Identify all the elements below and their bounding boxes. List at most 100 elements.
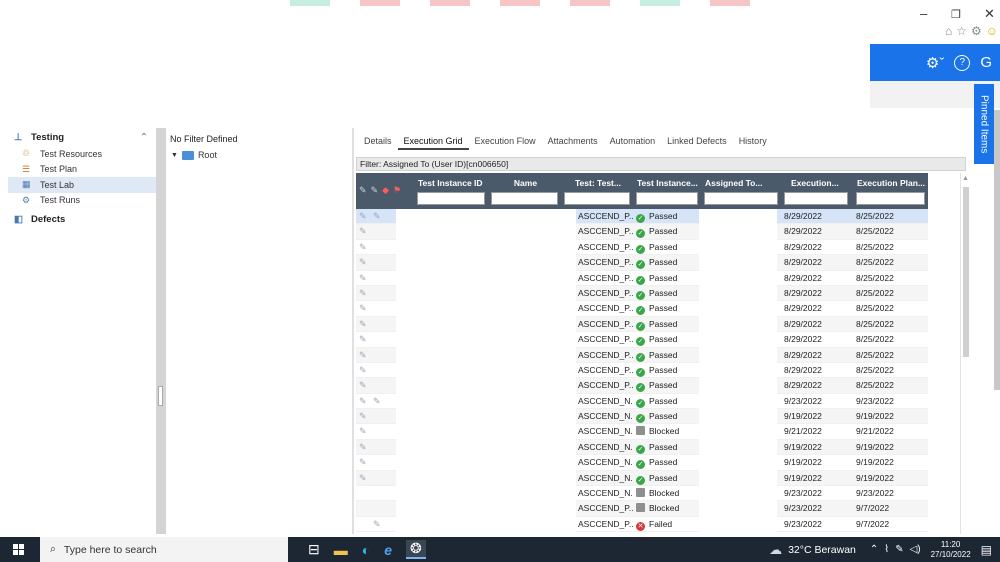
network-icon[interactable]: ⌇ <box>884 544 889 555</box>
attachment-icon[interactable]: ✎ <box>359 271 367 286</box>
column-filter-input[interactable] <box>564 192 630 205</box>
cell-execution-date: 8/29/2022 <box>784 364 822 375</box>
status-label: Passed <box>649 257 678 268</box>
emoji-icon[interactable]: ☺ <box>986 24 998 38</box>
cell-status: ✓ Passed <box>636 317 700 332</box>
task-view-icon[interactable]: ⊟ <box>308 541 320 558</box>
attachment-icon[interactable]: ✎ <box>359 455 367 470</box>
home-icon[interactable]: ⌂ <box>945 24 952 38</box>
attachment-icon[interactable]: ✎ <box>359 317 367 332</box>
attachment-icon[interactable]: ✎ <box>359 209 367 224</box>
link-icon[interactable]: ✎ <box>373 394 381 409</box>
attachment-icon[interactable]: ✎ <box>359 363 367 378</box>
tab-automation[interactable]: Automation <box>604 134 662 150</box>
settings-icon[interactable]: ⚙ˇ <box>926 54 944 72</box>
chevron-up-icon[interactable]: ⌃ <box>870 544 878 555</box>
attachment-icon[interactable]: ✎ <box>359 440 367 455</box>
edge-icon[interactable]: ◐ <box>362 542 370 558</box>
alert-icon[interactable]: ◆ <box>382 185 389 196</box>
expand-icon[interactable]: ▼ <box>171 152 178 159</box>
internet-explorer-icon[interactable]: e <box>384 542 392 558</box>
star-icon[interactable]: ☆ <box>956 24 967 38</box>
notifications-icon[interactable]: ▤ <box>981 543 992 557</box>
tab-attachments[interactable]: Attachments <box>542 134 604 150</box>
column-header-execution-plan[interactable]: Execution Plan... <box>853 173 928 209</box>
tree-splitter[interactable] <box>352 128 354 534</box>
sidebar-item-test-resources[interactable]: ♲ Test Resources <box>8 146 156 162</box>
column-filter-input[interactable] <box>704 192 778 205</box>
sidebar-splitter[interactable] <box>156 128 166 534</box>
attachment-icon[interactable]: ✎ <box>359 394 367 409</box>
volume-icon[interactable]: ◁) <box>910 544 921 555</box>
splitter-grip[interactable] <box>158 386 163 406</box>
sidebar-section-defects[interactable]: ◧ Defects <box>8 210 156 228</box>
pinned-items-tab[interactable]: Pinned Items <box>974 84 994 164</box>
file-explorer-icon[interactable]: ▬ <box>334 542 348 558</box>
column-filter-input[interactable] <box>784 192 848 205</box>
start-button[interactable] <box>0 537 36 562</box>
sidebar-section-testing[interactable]: ⊥ Testing ⌃ <box>8 128 156 146</box>
attachment-icon[interactable]: ✎ <box>359 348 367 363</box>
attachment-icon[interactable]: ✎ <box>359 301 367 316</box>
cell-execution-date: 9/19/2022 <box>784 441 822 452</box>
alm-app-icon[interactable]: ❂ <box>406 540 426 559</box>
link-icon[interactable]: ✎ <box>373 209 381 224</box>
window-scrollbar[interactable] <box>994 110 1000 390</box>
cell-test: ASCCEND_P... <box>578 287 633 298</box>
column-header-name[interactable]: Name <box>488 173 561 209</box>
taskbar-search[interactable]: ⌕ Type here to search <box>40 537 288 562</box>
attachment-icon[interactable]: ✎ <box>359 378 367 393</box>
status-label: Passed <box>649 272 678 283</box>
scrollbar-thumb[interactable] <box>963 187 969 357</box>
tab-linked-defects[interactable]: Linked Defects <box>661 134 733 150</box>
attachment-icon[interactable]: ✎ <box>359 255 367 270</box>
column-header-execution-date[interactable]: Execution... <box>781 173 851 209</box>
gear-icon[interactable]: ⚙ <box>971 24 982 38</box>
attachment-icon[interactable]: ✎ <box>359 240 367 255</box>
column-header-status[interactable]: Test Instance... <box>633 173 701 209</box>
attachment-icon[interactable]: ✎ <box>359 471 367 486</box>
attachment-icon[interactable]: ✎ <box>359 286 367 301</box>
column-filter-input[interactable] <box>856 192 925 205</box>
clock[interactable]: 11:20 27/10/2022 <box>931 540 971 560</box>
attachment-icon[interactable]: ✎ <box>359 332 367 347</box>
column-header-test[interactable]: Test: Test... <box>561 173 633 209</box>
test-set-tree: No Filter Defined ▼ Root <box>166 134 352 534</box>
cell-execution-date: 9/23/2022 <box>784 395 822 406</box>
tab-history[interactable]: History <box>733 134 773 150</box>
logout-icon[interactable]: G <box>980 54 992 71</box>
attachment-icon[interactable]: ✎ <box>359 409 367 424</box>
cell-status: ✓ Passed <box>636 224 700 239</box>
status-label: Passed <box>649 472 678 483</box>
weather-widget[interactable]: ☁ 32°C Berawan <box>769 542 856 558</box>
link-icon[interactable]: ✎ <box>371 185 379 196</box>
minimize-button[interactable]: – <box>920 6 927 21</box>
tab-details[interactable]: Details <box>358 134 398 150</box>
sidebar-item-test-lab[interactable]: ▦ Test Lab <box>8 177 156 193</box>
grid-vertical-scrollbar[interactable]: ▲ <box>960 173 970 534</box>
sidebar-item-test-runs[interactable]: ⚙ Test Runs <box>8 193 156 209</box>
tab-execution-grid[interactable]: Execution Grid <box>397 134 469 150</box>
flag-icon[interactable]: ⚑ <box>393 185 401 196</box>
attachment-icon[interactable]: ✎ <box>359 185 367 196</box>
filter-bar[interactable]: Filter: Assigned To (User ID)[cn006650] <box>356 157 966 171</box>
column-filter-input[interactable] <box>491 192 558 205</box>
column-filter-input[interactable] <box>417 192 485 205</box>
pen-icon[interactable]: ✎ <box>895 544 903 555</box>
detail-tabs: Details Execution Grid Execution Flow At… <box>358 134 773 150</box>
tree-node-root[interactable]: ▼ Root <box>166 148 352 162</box>
link-icon[interactable]: ✎ <box>373 517 381 532</box>
close-button[interactable]: ✕ <box>984 6 995 22</box>
restore-button[interactable]: ❐ <box>951 8 961 21</box>
attachment-icon[interactable]: ✎ <box>359 224 367 239</box>
cell-execution-date: 8/29/2022 <box>784 226 822 237</box>
tab-execution-flow[interactable]: Execution Flow <box>469 134 542 150</box>
scroll-up-icon[interactable]: ▲ <box>962 175 969 182</box>
help-icon[interactable]: ? <box>954 54 971 71</box>
collapse-icon[interactable]: ⌃ <box>140 132 148 143</box>
sidebar-item-test-plan[interactable]: ☰ Test Plan <box>8 162 156 178</box>
column-header-test-instance-id[interactable]: Test Instance ID <box>414 173 488 209</box>
attachment-icon[interactable]: ✎ <box>359 424 367 439</box>
column-header-assigned-to[interactable]: Assigned To... <box>701 173 781 209</box>
column-filter-input[interactable] <box>636 192 698 205</box>
